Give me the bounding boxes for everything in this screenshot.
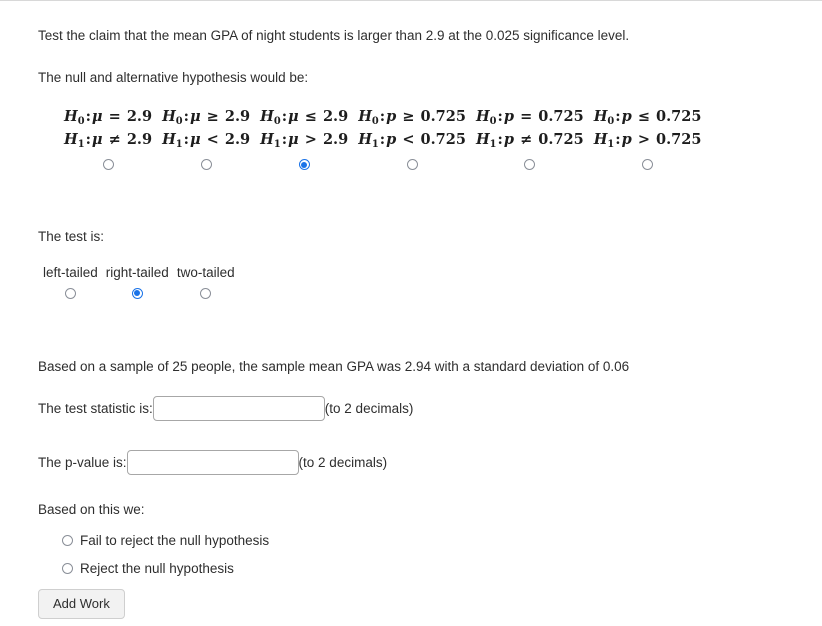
null-hypothesis-line: H0:μ ≥ 2.9: [162, 108, 251, 127]
add-work-row: Add Work: [38, 588, 822, 619]
conclusion-option-label: Reject the null hypothesis: [80, 560, 234, 576]
hypothesis-option-6[interactable]: H0:p ≤ 0.725 H1:p > 0.725: [594, 106, 702, 171]
hypothesis-radio-wrap: [406, 158, 418, 171]
test-type-label: The test is:: [38, 229, 105, 245]
question-page: Test the claim that the mean GPA of nigh…: [0, 0, 822, 619]
conclusion-option-2[interactable]: Reject the null hypothesis: [62, 561, 822, 576]
hypothesis-radio-3[interactable]: [298, 159, 310, 171]
hypothesis-options-row: H0:μ = 2.9 H1:μ ≠ 2.9 H0:μ ≥ 2.9 H1:μ < 2.9…: [64, 106, 822, 171]
test-type-options-group: left-tailed right-tailed two-tailed: [43, 265, 822, 300]
add-work-button[interactable]: Add Work: [38, 588, 125, 619]
test-type-radio-wrap: [131, 287, 143, 300]
hypothesis-option-text: H0:μ ≤ 2.9 H1:μ > 2.9: [260, 106, 348, 152]
p-value-label: The p-value is:: [38, 455, 127, 471]
sample-description: Based on a sample of 25 people, the samp…: [38, 358, 630, 374]
test-type-radio-wrap: [64, 287, 76, 300]
hypothesis-radio-2[interactable]: [200, 159, 212, 171]
null-hypothesis-line: H0:μ = 2.9: [64, 108, 153, 127]
test-statistic-input[interactable]: [152, 396, 325, 422]
alternative-hypothesis-line: H1:p < 0.725: [358, 131, 466, 150]
test-type-option-label: two-tailed: [176, 264, 235, 280]
hypothesis-radio-wrap: [642, 158, 654, 171]
test-type-radio-right-tailed[interactable]: [131, 287, 143, 299]
page-top-divider: [0, 0, 822, 1]
test-statistic-row: The test statistic is: (to 2 decimals): [38, 396, 822, 422]
null-hypothesis-line: H0:p ≥ 0.725: [358, 108, 466, 127]
null-hypothesis-line: H0:p = 0.725: [475, 108, 584, 127]
hypothesis-option-text: H0:p ≥ 0.725 H1:p < 0.725: [358, 106, 466, 152]
hypothesis-radio-wrap: [102, 158, 114, 171]
hypothesis-option-4[interactable]: H0:p ≥ 0.725 H1:p < 0.725: [358, 106, 466, 171]
test-type-option-label: left-tailed: [43, 264, 98, 280]
test-type-radio-two-tailed[interactable]: [200, 287, 212, 299]
test-type-radio-wrap: [200, 287, 212, 300]
hypothesis-option-5[interactable]: H0:p = 0.725 H1:p ≠ 0.725: [476, 106, 584, 171]
hypothesis-option-3[interactable]: H0:μ ≤ 2.9 H1:μ > 2.9: [260, 106, 348, 171]
test-type-option-two-tailed[interactable]: two-tailed: [177, 265, 235, 300]
null-hypothesis-line: H0:p ≤ 0.725: [593, 108, 702, 127]
hypothesis-radio-5[interactable]: [524, 159, 536, 171]
null-hypothesis-line: H0:μ ≤ 2.9: [260, 108, 349, 127]
hypothesis-radio-wrap: [524, 158, 536, 171]
hypothesis-option-text: H0:μ = 2.9 H1:μ ≠ 2.9: [64, 106, 152, 152]
alternative-hypothesis-line: H1:μ < 2.9: [162, 131, 251, 150]
hypothesis-option-text: H0:p ≤ 0.725 H1:p > 0.725: [594, 106, 702, 152]
p-value-input[interactable]: [126, 450, 299, 476]
hypothesis-option-text: H0:p = 0.725 H1:p ≠ 0.725: [476, 106, 584, 152]
hypothesis-option-2[interactable]: H0:μ ≥ 2.9 H1:μ < 2.9: [162, 106, 250, 171]
conclusion-label: Based on this we:: [38, 502, 145, 518]
test-statistic-label: The test statistic is:: [38, 401, 153, 417]
test-type-option-right-tailed[interactable]: right-tailed: [106, 265, 169, 300]
test-statistic-hint: (to 2 decimals): [324, 401, 414, 417]
test-type-option-left-tailed[interactable]: left-tailed: [43, 265, 98, 300]
hypothesis-radio-1[interactable]: [102, 159, 114, 171]
p-value-row: The p-value is: (to 2 decimals): [38, 450, 822, 476]
alternative-hypothesis-line: H1:μ ≠ 2.9: [64, 131, 153, 150]
hypothesis-radio-wrap: [200, 158, 212, 171]
hypothesis-radio-4[interactable]: [406, 159, 418, 171]
hypothesis-radio-6[interactable]: [642, 159, 654, 171]
hypothesis-option-1[interactable]: H0:μ = 2.9 H1:μ ≠ 2.9: [64, 106, 152, 171]
alternative-hypothesis-line: H1:p ≠ 0.725: [475, 131, 584, 150]
alternative-hypothesis-line: H1:μ > 2.9: [260, 131, 349, 150]
conclusion-option-label: Fail to reject the null hypothesis: [80, 532, 270, 548]
conclusion-options-group: Fail to reject the null hypothesis Reject…: [62, 533, 822, 576]
hypothesis-intro-label: The null and alternative hypothesis woul…: [38, 69, 309, 85]
conclusion-radio-2[interactable]: [62, 562, 73, 574]
hypothesis-radio-wrap: [298, 158, 310, 171]
test-type-radio-left-tailed[interactable]: [64, 287, 76, 299]
question-prompt: Test the claim that the mean GPA of nigh…: [38, 28, 630, 43]
p-value-hint: (to 2 decimals): [298, 455, 388, 471]
alternative-hypothesis-line: H1:p > 0.725: [593, 131, 702, 150]
hypothesis-option-text: H0:μ ≥ 2.9 H1:μ < 2.9: [162, 106, 250, 152]
conclusion-radio-1[interactable]: [62, 534, 73, 546]
conclusion-option-1[interactable]: Fail to reject the null hypothesis: [62, 533, 822, 548]
test-type-option-label: right-tailed: [105, 264, 169, 280]
hypothesis-options-group: H0:μ = 2.9 H1:μ ≠ 2.9 H0:μ ≥ 2.9 H1:μ < 2.9…: [64, 106, 822, 171]
